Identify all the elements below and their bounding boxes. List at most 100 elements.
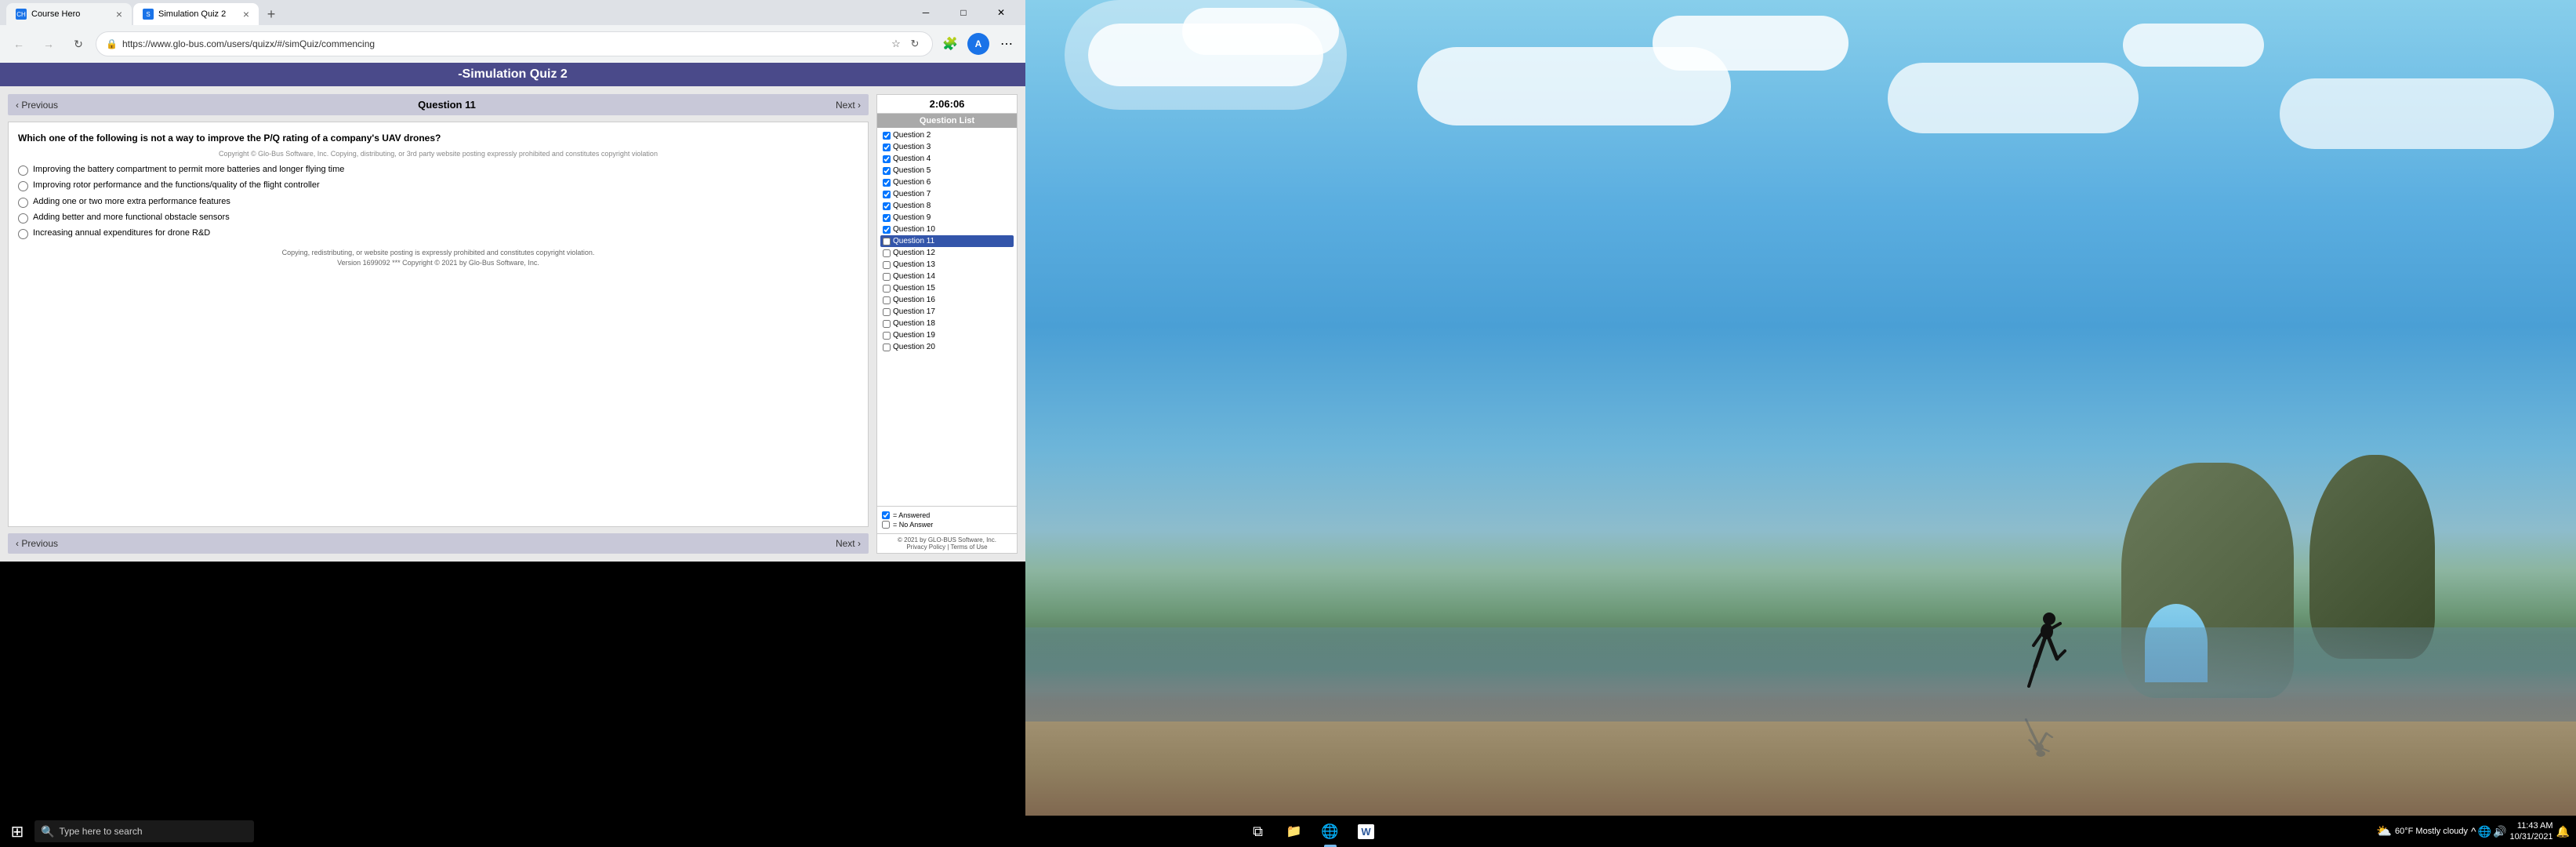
profile-button[interactable]: A	[967, 33, 989, 55]
question-checkbox[interactable]	[883, 320, 891, 328]
question-checkbox[interactable]	[883, 296, 891, 304]
question-checkbox[interactable]	[883, 132, 891, 140]
question-checkbox[interactable]	[883, 179, 891, 187]
reload-page-icon[interactable]: ↻	[907, 36, 923, 52]
word-button[interactable]: W	[1349, 816, 1384, 847]
question-checkbox[interactable]	[883, 226, 891, 234]
cloud-4	[1653, 16, 1849, 71]
tab-simulation-quiz[interactable]: S Simulation Quiz 2 ×	[133, 3, 259, 25]
question-list-label: Question 20	[893, 343, 935, 351]
question-checkbox[interactable]	[883, 155, 891, 163]
question-list-item[interactable]: Question 7	[880, 188, 1014, 200]
weather-widget[interactable]: ⛅ 60°F Mostly cloudy	[2376, 823, 2468, 839]
maximize-button[interactable]: □	[945, 0, 981, 25]
file-explorer-button[interactable]: 📁	[1277, 816, 1312, 847]
question-checkbox[interactable]	[883, 344, 891, 351]
simulation-quiz-tab-close[interactable]: ×	[243, 8, 249, 20]
radio-a[interactable]	[18, 165, 28, 176]
start-button[interactable]: ⊞	[0, 816, 34, 847]
question-list-item[interactable]: Question 9	[880, 212, 1014, 224]
question-list-item[interactable]: Question 12	[880, 247, 1014, 259]
question-list-item[interactable]: Question 6	[880, 176, 1014, 188]
answer-option-e[interactable]: Increasing annual expenditures for drone…	[18, 227, 858, 239]
question-checkbox[interactable]	[883, 332, 891, 340]
prev-button-bottom[interactable]: ‹ Previous	[16, 538, 58, 549]
file-explorer-icon: 📁	[1286, 823, 1302, 839]
close-button[interactable]: ✕	[983, 0, 1019, 25]
question-checkbox[interactable]	[883, 249, 891, 257]
question-list-scroll[interactable]: Question 2Question 3Question 4Question 5…	[877, 128, 1017, 506]
answer-text-c: Adding one or two more extra performance…	[33, 196, 230, 208]
question-list-item[interactable]: Question 16	[880, 294, 1014, 306]
cloud-2	[1182, 8, 1339, 55]
answer-text-e: Increasing annual expenditures for drone…	[33, 227, 210, 239]
question-checkbox[interactable]	[883, 238, 891, 245]
notification-button[interactable]: 🔔	[2556, 825, 2570, 838]
question-checkbox[interactable]	[883, 144, 891, 151]
task-view-button[interactable]: ⧉	[1241, 816, 1275, 847]
taskbar-search[interactable]: 🔍 Type here to search	[34, 820, 254, 842]
taskbar-right: ⛅ 60°F Mostly cloudy ^ 🌐 🔊 11:43 AM 10/3…	[2370, 820, 2576, 843]
legend-no-answer-item: = No Answer	[882, 521, 1012, 529]
question-list-item[interactable]: Question 20	[880, 341, 1014, 353]
prev-button-top[interactable]: ‹ Previous	[16, 100, 58, 111]
question-checkbox[interactable]	[883, 191, 891, 198]
question-list-item[interactable]: Question 8	[880, 200, 1014, 212]
reload-button[interactable]: ↻	[66, 31, 91, 56]
quiz-body: ‹ Previous Question 11 Next › Which one …	[0, 86, 1025, 562]
question-list-item[interactable]: Question 14	[880, 271, 1014, 282]
question-list-label: Question 10	[893, 225, 935, 234]
course-hero-tab-close[interactable]: ×	[116, 8, 122, 20]
timer: 2:06:06	[877, 95, 1017, 114]
chevron-up-icon[interactable]: ^	[2471, 825, 2476, 838]
edge-button[interactable]: 🌐	[1313, 816, 1348, 847]
question-list-item[interactable]: Question 3	[880, 141, 1014, 153]
next-button-top[interactable]: Next ›	[836, 100, 861, 111]
settings-button[interactable]: ⋯	[994, 31, 1019, 56]
question-checkbox[interactable]	[883, 273, 891, 281]
clock-date: 10/31/2021	[2510, 831, 2553, 842]
question-list-item[interactable]: Question 5	[880, 165, 1014, 176]
question-list-label: Question 7	[893, 190, 931, 198]
taskbar-center: ⧉ 📁 🌐 W	[254, 816, 2370, 847]
network-icon[interactable]: 🌐	[2478, 825, 2491, 838]
answer-option-b[interactable]: Improving rotor performance and the func…	[18, 180, 858, 191]
radio-c[interactable]	[18, 198, 28, 208]
question-list-item[interactable]: Question 11	[880, 235, 1014, 247]
question-checkbox[interactable]	[883, 202, 891, 210]
radio-d[interactable]	[18, 213, 28, 224]
question-list-item[interactable]: Question 18	[880, 318, 1014, 329]
legend-answered-checkbox	[882, 511, 890, 519]
cloud-7	[2280, 78, 2554, 149]
extensions-button[interactable]: 🧩	[938, 31, 963, 56]
radio-b[interactable]	[18, 181, 28, 191]
question-list-item[interactable]: Question 2	[880, 129, 1014, 141]
forward-button[interactable]: →	[36, 31, 61, 56]
question-list-item[interactable]: Question 10	[880, 224, 1014, 235]
question-checkbox[interactable]	[883, 308, 891, 316]
question-list-item[interactable]: Question 17	[880, 306, 1014, 318]
tab-course-hero[interactable]: CH Course Hero ×	[6, 3, 132, 25]
question-nav-bottom: ‹ Previous Next ›	[8, 533, 869, 554]
question-checkbox[interactable]	[883, 214, 891, 222]
question-checkbox[interactable]	[883, 285, 891, 293]
question-list-item[interactable]: Question 13	[880, 259, 1014, 271]
answer-option-a[interactable]: Improving the battery compartment to per…	[18, 164, 858, 176]
minimize-button[interactable]: ─	[908, 0, 944, 25]
radio-e[interactable]	[18, 229, 28, 239]
new-tab-button[interactable]: +	[260, 3, 282, 25]
question-list-item[interactable]: Question 19	[880, 329, 1014, 341]
question-list-item[interactable]: Question 15	[880, 282, 1014, 294]
cloud-6	[2123, 24, 2264, 67]
question-checkbox[interactable]	[883, 167, 891, 175]
back-button[interactable]: ←	[6, 31, 31, 56]
taskbar-clock[interactable]: 11:43 AM 10/31/2021	[2510, 820, 2553, 843]
question-list-item[interactable]: Question 4	[880, 153, 1014, 165]
answer-option-d[interactable]: Adding better and more functional obstac…	[18, 212, 858, 224]
question-checkbox[interactable]	[883, 261, 891, 269]
star-icon[interactable]: ☆	[888, 36, 904, 52]
next-button-bottom[interactable]: Next ›	[836, 538, 861, 549]
answer-option-c[interactable]: Adding one or two more extra performance…	[18, 196, 858, 208]
volume-icon[interactable]: 🔊	[2493, 825, 2506, 838]
url-bar[interactable]: 🔒 https://www.glo-bus.com/users/quizx/#/…	[96, 31, 933, 56]
